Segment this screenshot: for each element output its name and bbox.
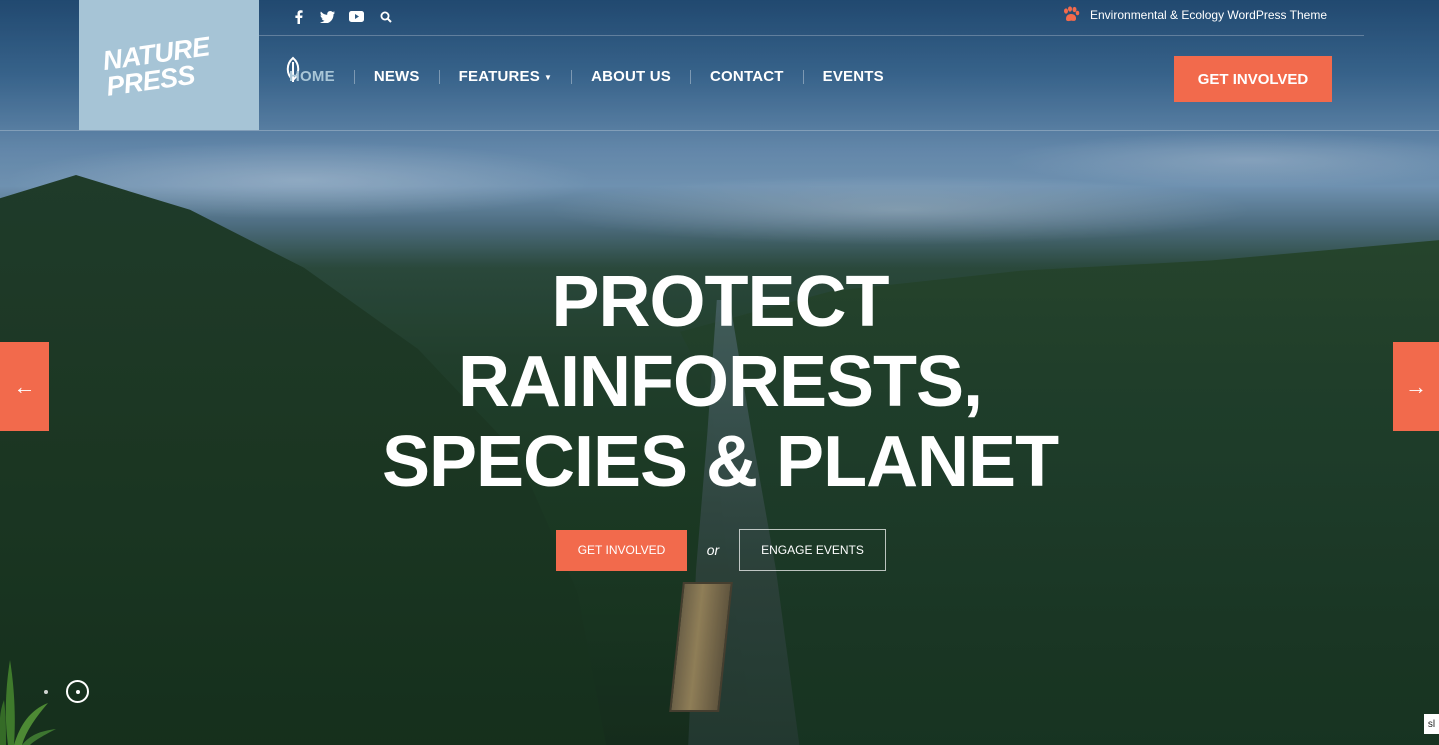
facebook-icon[interactable]: [290, 8, 307, 25]
nav-divider: [690, 69, 692, 84]
headline-line-2: RAINFORESTS,: [457, 342, 983, 422]
nav-item-events[interactable]: EVENTS: [823, 68, 884, 85]
theme-tagline: Environmental & Ecology WordPress Theme: [1062, 6, 1327, 23]
nav-item-contact[interactable]: CONTACT: [710, 68, 784, 85]
hero-actions: GET INVOLVED or ENGAGE EVENTS: [556, 529, 886, 571]
search-icon[interactable]: [377, 8, 394, 25]
or-separator: or: [706, 542, 720, 558]
arrow-right-icon: →: [1405, 373, 1427, 399]
engage-events-button[interactable]: ENGAGE EVENTS: [739, 529, 886, 571]
caret-down-icon: ▼: [543, 72, 553, 82]
slider-pagination: [44, 680, 89, 703]
nav-item-home[interactable]: HOME: [289, 68, 335, 85]
nav-item-news[interactable]: NEWS: [374, 68, 420, 85]
get-involved-header-button[interactable]: GET INVOLVED: [1174, 56, 1332, 102]
nav-divider: [438, 69, 440, 84]
nav-item-about-us[interactable]: ABOUT US: [591, 68, 671, 85]
main-nav: HOME NEWS FEATURES ▼ ABOUT US CONTACT EVE…: [289, 68, 884, 85]
slider-next-button[interactable]: →: [1393, 342, 1439, 431]
nav-item-features-label: FEATURES: [458, 68, 540, 85]
twitter-icon[interactable]: [319, 8, 336, 25]
get-involved-button[interactable]: GET INVOLVED: [556, 529, 687, 571]
nav-divider: [571, 69, 573, 84]
paw-icon: [1064, 6, 1080, 22]
slider-dot[interactable]: [44, 689, 48, 694]
topbar-divider: [259, 35, 1364, 36]
nav-divider: [802, 69, 804, 84]
hero-headline: PROTECT RAINFORESTS, SPECIES & PLANET: [369, 262, 1071, 502]
tagline-text: Environmental & Ecology WordPress Theme: [1090, 7, 1327, 22]
headline-line-1: PROTECT: [551, 262, 889, 342]
arrow-left-icon: ←: [13, 373, 36, 399]
social-links: [290, 8, 394, 25]
youtube-icon[interactable]: [348, 8, 365, 25]
slider-dot-active[interactable]: [66, 680, 89, 703]
nav-divider: [353, 69, 355, 84]
logo-text: NATURE PRESS: [101, 30, 237, 101]
slider-prev-button[interactable]: ←: [0, 342, 49, 431]
site-logo[interactable]: NATURE PRESS: [79, 0, 300, 130]
nav-item-features[interactable]: FEATURES ▼: [459, 68, 552, 85]
headline-line-3: SPECIES & PLANET: [381, 422, 1059, 502]
corner-label: sl: [1424, 714, 1439, 734]
header-divider: [0, 130, 1439, 131]
